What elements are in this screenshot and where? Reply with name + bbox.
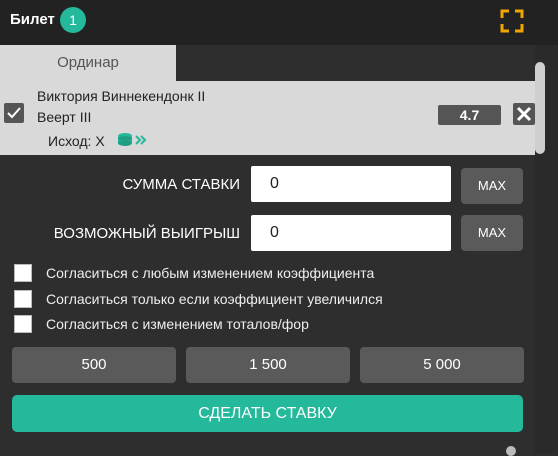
quick-amount-button[interactable]: 500: [12, 347, 176, 383]
odds-value: 4.7: [438, 105, 501, 125]
bet-type-tabs: Ординар: [0, 45, 558, 81]
stake-label: СУММА СТАВКИ: [122, 176, 240, 193]
checkmark-icon[interactable]: [4, 103, 24, 123]
bet-count-badge: 1: [60, 7, 86, 33]
expand-icon[interactable]: [499, 8, 525, 34]
bet-team-home: Виктория Виннекендонк II: [37, 88, 206, 104]
tab-single[interactable]: Ординар: [0, 45, 176, 81]
max-stake-button[interactable]: MAX: [461, 168, 523, 204]
option-checkbox[interactable]: [14, 290, 32, 308]
bet-outcome: Исход: X: [48, 133, 105, 149]
place-bet-button[interactable]: СДЕЛАТЬ СТАВКУ: [12, 395, 523, 432]
max-win-button[interactable]: MAX: [461, 215, 523, 251]
stake-input[interactable]: [251, 166, 451, 202]
close-icon[interactable]: [513, 103, 535, 125]
quick-amount-button[interactable]: 1 500: [186, 347, 350, 383]
bet-team-away: Веерт III: [37, 109, 92, 125]
win-input[interactable]: [251, 215, 451, 251]
bet-slip-header: Билет 1: [0, 0, 558, 45]
scrollbar-thumb[interactable]: [535, 62, 545, 154]
option-label: Согласиться только если коэффициент увел…: [46, 291, 383, 307]
quick-amount-button[interactable]: 5 000: [360, 347, 524, 383]
coins-icon: [116, 131, 152, 149]
win-label: ВОЗМОЖНЫЙ ВЫИГРЫШ: [53, 225, 240, 242]
bet-item: Виктория Виннекендонк II Веерт III Исход…: [0, 81, 535, 155]
option-label: Согласиться с любым изменением коэффицие…: [46, 265, 375, 281]
resize-handle[interactable]: [506, 446, 516, 456]
bet-slip-title: Билет: [10, 11, 55, 28]
option-label: Согласиться с изменением тоталов/фор: [46, 316, 309, 332]
option-checkbox[interactable]: [14, 264, 32, 282]
option-checkbox[interactable]: [14, 315, 32, 333]
